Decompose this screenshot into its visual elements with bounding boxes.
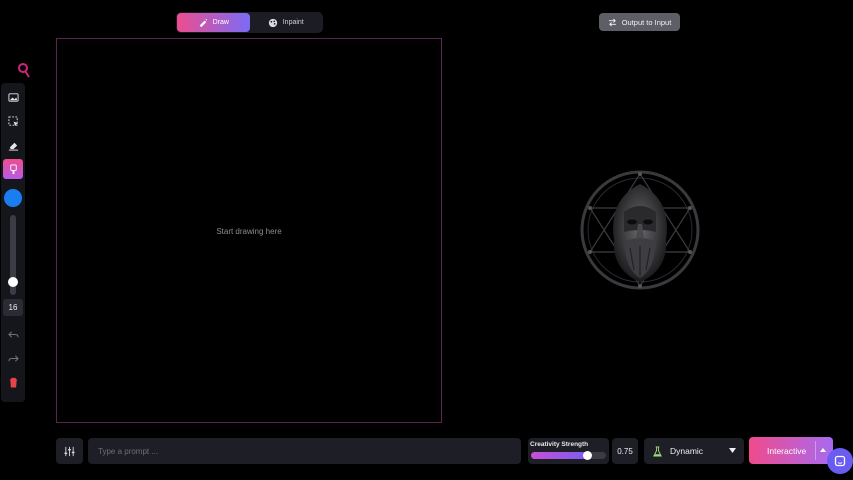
- tab-inpaint[interactable]: Inpaint: [250, 13, 323, 32]
- chat-icon: [834, 455, 846, 467]
- brush-size-thumb[interactable]: [8, 276, 18, 287]
- redo-icon: [7, 354, 19, 362]
- image-upload-tool[interactable]: [3, 87, 23, 107]
- image-upload-icon: [7, 92, 19, 102]
- output-to-input-button[interactable]: Output to Input: [599, 13, 680, 31]
- undo-icon: [7, 330, 19, 338]
- interactive-mode-button[interactable]: Interactive: [749, 437, 833, 464]
- chat-support-button[interactable]: [827, 448, 853, 474]
- redo-button[interactable]: [3, 348, 23, 368]
- chevron-down-icon: [729, 448, 736, 453]
- tab-inpaint-label: Inpaint: [282, 19, 304, 26]
- settings-button[interactable]: [56, 438, 83, 464]
- creativity-strength-slider[interactable]: [531, 452, 606, 459]
- drawing-canvas[interactable]: Start drawing here: [56, 38, 442, 423]
- output-image: [580, 170, 700, 290]
- brush-cursor-icon: [18, 63, 30, 78]
- tool-sidebar: 16: [1, 83, 25, 402]
- style-selected-label: Dynamic: [670, 446, 704, 456]
- brush-size-slider[interactable]: [8, 215, 18, 295]
- brush-icon: [9, 163, 17, 174]
- clear-canvas-button[interactable]: [3, 372, 23, 392]
- brush-icon: [199, 18, 207, 27]
- chevron-up-icon[interactable]: [820, 448, 826, 452]
- creativity-strength-label: Creativity Strength: [530, 441, 589, 448]
- select-tool[interactable]: [3, 111, 23, 131]
- sliders-icon: [64, 446, 75, 456]
- swap-icon: [608, 18, 616, 26]
- prompt-input[interactable]: [88, 438, 521, 464]
- mode-toggle: Draw Inpaint: [176, 12, 323, 33]
- select-icon: [7, 115, 18, 126]
- creativity-strength-thumb[interactable]: [582, 451, 592, 460]
- trash-icon: [9, 377, 17, 388]
- flask-icon: [653, 445, 662, 457]
- brush-size-value: 16: [3, 299, 23, 316]
- tab-draw[interactable]: Draw: [177, 13, 250, 32]
- button-divider: [815, 441, 816, 460]
- creativity-strength-fill: [531, 452, 588, 459]
- app-root: Draw Inpaint Output to Input 16 Start dr…: [0, 0, 853, 480]
- brush-tool[interactable]: [3, 159, 23, 179]
- canvas-hint: Start drawing here: [216, 227, 282, 236]
- style-dropdown[interactable]: Dynamic: [644, 438, 744, 464]
- eraser-icon: [8, 142, 18, 151]
- brush-color-swatch[interactable]: [4, 189, 22, 207]
- output-to-input-label: Output to Input: [621, 17, 672, 27]
- creativity-strength-value[interactable]: 0.75: [612, 438, 638, 464]
- palette-icon: [268, 18, 277, 27]
- interactive-mode-label: Interactive: [767, 445, 807, 456]
- tab-draw-label: Draw: [212, 19, 229, 26]
- undo-button[interactable]: [3, 324, 23, 344]
- eraser-tool[interactable]: [3, 135, 23, 155]
- creativity-strength-control: Creativity Strength: [528, 438, 609, 464]
